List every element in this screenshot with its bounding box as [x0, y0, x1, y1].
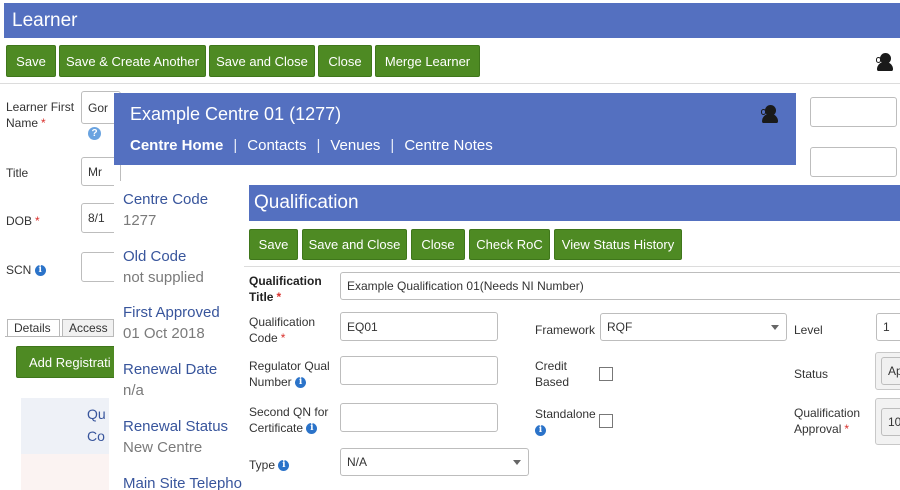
panel-line-1: Qu — [87, 406, 106, 422]
scn-label: SCN i — [6, 262, 46, 278]
main-site-telephone-label: Main Site Telepho — [123, 475, 242, 490]
merge-learner-button[interactable]: Merge Learner — [375, 45, 480, 77]
panel-line-2: Co — [87, 428, 105, 444]
qual-title-label: Qualification Title * — [249, 274, 322, 304]
old-code-label: Old Code — [123, 248, 187, 265]
regulator-qual-number-input[interactable] — [340, 356, 498, 385]
centre-code-label: Centre Code — [123, 191, 209, 208]
approval-container: 10 — [875, 398, 900, 445]
credit-based-checkbox[interactable] — [599, 367, 613, 381]
qual-code-input[interactable]: EQ01 — [340, 312, 498, 341]
type-label: Type i — [249, 457, 290, 473]
info-icon: i — [278, 460, 290, 472]
tab-details[interactable]: Details — [7, 319, 60, 337]
learner-right-input-1[interactable] — [810, 97, 897, 127]
nav-centre-home[interactable]: Centre Home — [130, 137, 223, 154]
view-status-history-button[interactable]: View Status History — [554, 229, 682, 260]
first-approved-label: First Approved — [123, 304, 220, 321]
standalone-label: Standalone i — [535, 407, 596, 437]
standalone-checkbox[interactable] — [599, 414, 613, 428]
panel-strip — [21, 454, 109, 490]
learner-save-button[interactable]: Save — [6, 45, 56, 77]
centre-title: Example Centre 01 (1277) — [130, 104, 342, 124]
status-label: Status — [794, 367, 829, 381]
centre-code-value: 1277 — [123, 212, 157, 229]
chevron-down-icon — [771, 325, 779, 330]
centre-header: Example Centre 01 (1277) Centre Home | C… — [114, 93, 796, 165]
learner-close-button[interactable]: Close — [318, 45, 372, 77]
regulator-qual-number-label: Regulator Qual Number i — [249, 359, 330, 389]
status-select[interactable]: Ap — [881, 357, 900, 385]
nav-venues[interactable]: Venues — [330, 137, 380, 154]
level-label: Level — [794, 323, 823, 337]
first-name-label: Learner First Name * — [6, 100, 75, 130]
renewal-date-value: n/a — [123, 382, 144, 399]
credit-based-label: Credit Based — [535, 359, 570, 389]
qual-toolbar-divider — [244, 266, 900, 267]
qual-close-button[interactable]: Close — [411, 229, 465, 260]
approval-select[interactable]: 10 — [881, 407, 900, 436]
renewal-date-label: Renewal Date — [123, 361, 218, 378]
nav-centre-notes[interactable]: Centre Notes — [404, 137, 492, 154]
dob-label: DOB * — [6, 214, 40, 228]
learner-title: Learner — [4, 3, 900, 38]
qual-approval-label: Qualification Approval * — [794, 406, 861, 436]
add-registration-button[interactable]: Add Registrati — [16, 346, 116, 378]
qual-save-button[interactable]: Save — [249, 229, 298, 260]
status-container: Ap — [875, 352, 900, 390]
toolbar-divider — [0, 83, 900, 84]
user-icon[interactable] — [876, 52, 894, 72]
nav-contacts[interactable]: Contacts — [247, 137, 306, 154]
centre-user-icon[interactable] — [761, 104, 779, 124]
qual-code-label: Qualification Code * — [249, 315, 316, 345]
info-icon: i — [295, 377, 307, 389]
qualification-title: Qualification — [249, 185, 900, 221]
info-icon: i — [34, 265, 46, 277]
info-icon: i — [306, 423, 318, 435]
check-roc-button[interactable]: Check RoC — [469, 229, 550, 260]
centre-nav: Centre Home | Contacts | Venues | Centre… — [130, 137, 493, 154]
framework-label: Framework — [535, 323, 596, 337]
old-code-value: not supplied — [123, 269, 204, 286]
renewal-status-value: New Centre — [123, 439, 203, 456]
tabs-divider — [5, 336, 115, 337]
help-icon[interactable]: ? — [88, 127, 101, 140]
info-icon: i — [535, 425, 546, 437]
framework-select[interactable]: RQF — [600, 313, 787, 341]
qual-title-input[interactable]: Example Qualification 01(Needs NI Number… — [340, 272, 900, 300]
type-select[interactable]: N/A — [340, 448, 529, 476]
second-qn-input[interactable] — [340, 403, 498, 432]
first-approved-value: 01 Oct 2018 — [123, 325, 205, 342]
learner-save-close-button[interactable]: Save and Close — [209, 45, 315, 77]
learner-right-input-2[interactable] — [810, 147, 897, 177]
level-select[interactable]: 1 — [876, 313, 900, 341]
chevron-down-icon — [513, 460, 521, 465]
second-qn-label: Second QN for Certificate i — [249, 405, 329, 435]
title-label: Title — [6, 166, 29, 180]
renewal-status-label: Renewal Status — [123, 418, 229, 435]
qual-save-close-button[interactable]: Save and Close — [302, 229, 407, 260]
centre-details-panel: Centre Code 1277 Old Code not supplied F… — [114, 181, 248, 490]
tab-access[interactable]: Access — [62, 319, 114, 337]
save-create-another-button[interactable]: Save & Create Another — [59, 45, 206, 77]
